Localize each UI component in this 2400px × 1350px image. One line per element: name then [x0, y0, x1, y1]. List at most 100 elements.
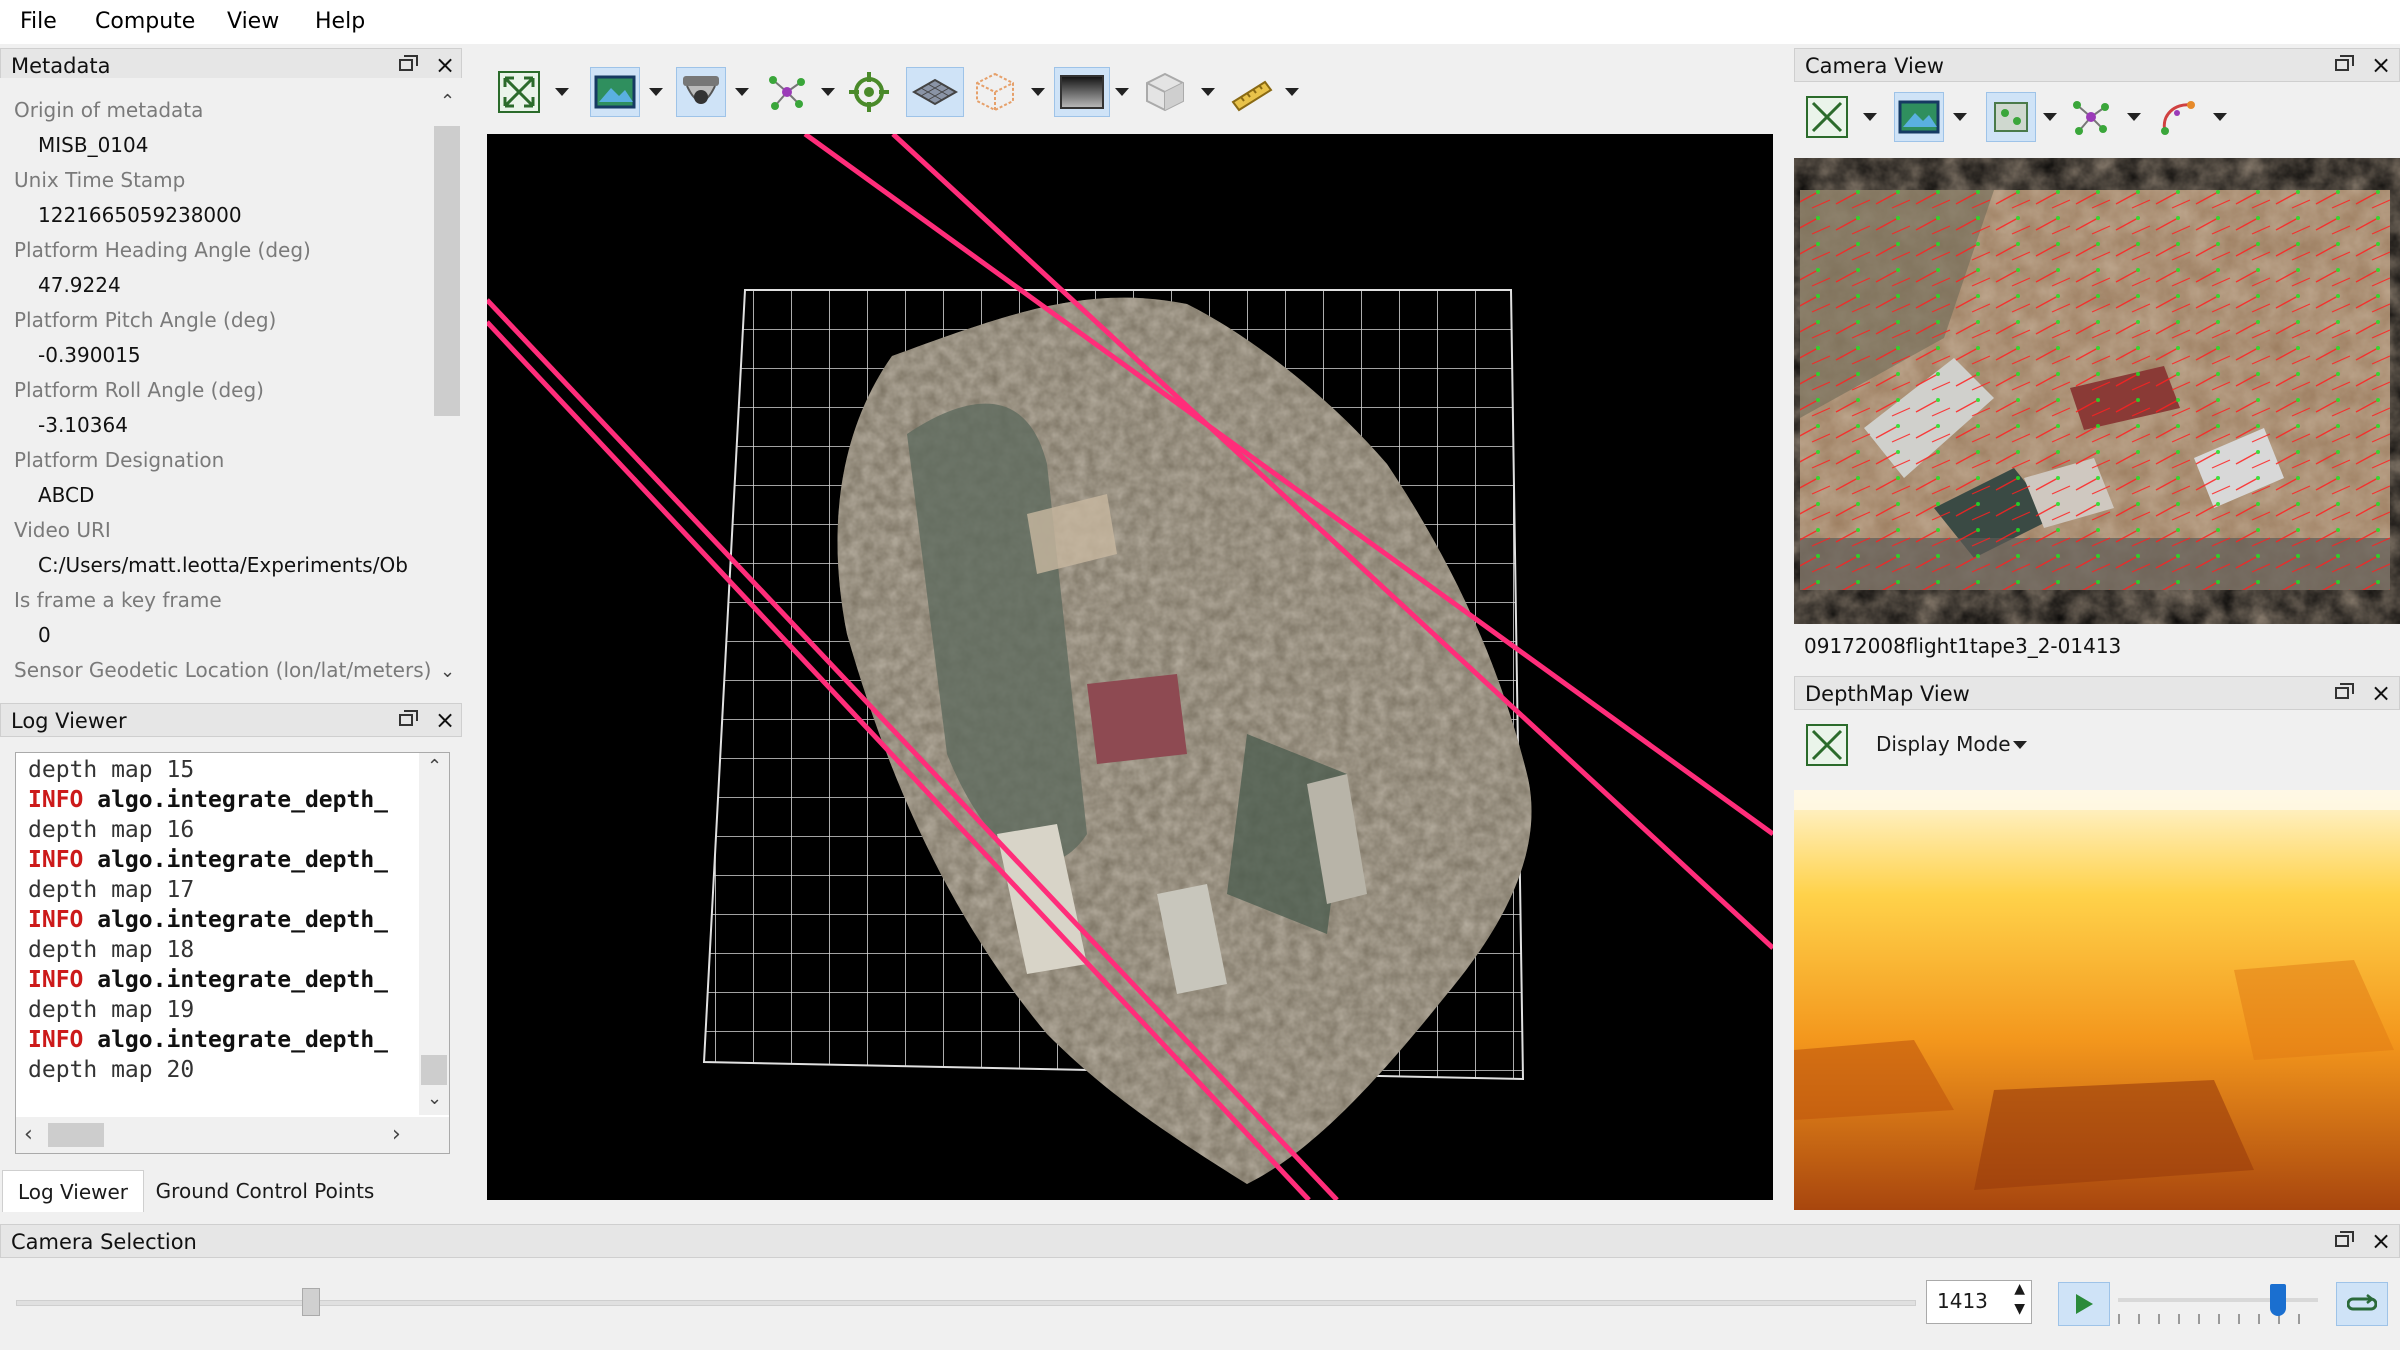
target-icon: [849, 72, 889, 112]
imagery-button[interactable]: [590, 67, 640, 117]
mesh-button[interactable]: [1140, 67, 1190, 117]
menu-help[interactable]: Help: [315, 6, 365, 38]
tab-log-viewer[interactable]: Log Viewer: [2, 1170, 144, 1212]
camera-landmarks-dropdown[interactable]: [2124, 92, 2144, 142]
speed-slider-track[interactable]: [2118, 1298, 2318, 1302]
roi-box-icon: [976, 72, 1014, 112]
chevron-down-icon: [2013, 741, 2027, 749]
camera-landmarks-button[interactable]: [2066, 92, 2116, 142]
landmarks-icon: [769, 76, 805, 110]
log-vscrollbar[interactable]: ⌃ ⌄: [419, 753, 449, 1115]
spin-up-icon[interactable]: ▲: [2014, 1281, 2025, 1297]
frame-spinbox-value[interactable]: 1413: [1937, 1289, 1988, 1313]
scroll-thumb[interactable]: [434, 126, 460, 416]
mesh-icon: [1146, 72, 1184, 112]
red-roof: [1087, 674, 1187, 764]
close-icon[interactable]: ×: [2371, 1226, 2391, 1256]
frame-slider-handle[interactable]: [301, 1288, 320, 1316]
display-mode-label[interactable]: Display Mode: [1876, 732, 2011, 756]
camera-imagery-dropdown[interactable]: [1950, 92, 1970, 142]
spin-down-icon[interactable]: ▼: [2014, 1301, 2025, 1317]
scroll-thumb[interactable]: [421, 1055, 447, 1085]
reset-view-dropdown[interactable]: [552, 67, 572, 117]
chevron-up-icon[interactable]: ⌃: [427, 757, 442, 777]
camera-frustum-icon: [683, 76, 719, 104]
loop-button[interactable]: [2336, 1282, 2388, 1326]
measure-dropdown[interactable]: [1282, 67, 1302, 117]
display-mode-dropdown[interactable]: [2010, 720, 2030, 770]
menu-file[interactable]: File: [20, 6, 57, 38]
camera-view-titlebar: Camera View ×: [1794, 48, 2400, 82]
close-icon[interactable]: ×: [435, 50, 455, 80]
mesh-dropdown[interactable]: [1198, 67, 1218, 117]
depth-map-button[interactable]: [1054, 67, 1110, 117]
close-icon[interactable]: ×: [435, 705, 455, 735]
point-cloud-scene: [487, 134, 1773, 1200]
scroll-thumb[interactable]: [48, 1123, 104, 1147]
depthmap-title: DepthMap View: [1805, 682, 1970, 706]
camera-view-title: Camera View: [1805, 54, 1944, 78]
chevron-down-icon[interactable]: ⌄: [427, 1089, 442, 1109]
landmarks-dropdown[interactable]: [818, 67, 838, 117]
metadata-key: Unix Time Stamp: [14, 168, 186, 192]
log-line: depth map 17: [28, 877, 195, 903]
camera-button[interactable]: [676, 67, 726, 117]
camera-residuals-dropdown[interactable]: [2210, 92, 2230, 142]
metadata-scrollbar[interactable]: ⌃ ⌄: [432, 88, 462, 688]
camera-features-button[interactable]: [1986, 92, 2036, 142]
feature-tracks-icon: [1994, 102, 2028, 132]
world-view-3d[interactable]: [487, 134, 1773, 1200]
chevron-down-icon: [821, 88, 835, 96]
log-line: INFO algo.integrate_depth_: [28, 787, 389, 813]
chevron-up-icon[interactable]: ⌃: [440, 92, 455, 112]
chevron-right-icon[interactable]: ›: [392, 1124, 401, 1146]
log-viewer[interactable]: depth map 15 INFO algo.integrate_depth_ …: [15, 752, 450, 1154]
camera-reset-dropdown[interactable]: [1860, 92, 1880, 142]
depth-map-dropdown[interactable]: [1112, 67, 1132, 117]
depth-map-image[interactable]: [1794, 790, 2400, 1210]
metadata-value: C:/Users/matt.leotta/Experiments/Obstac: [38, 553, 408, 577]
roi-button[interactable]: [970, 67, 1020, 117]
close-icon[interactable]: ×: [2371, 50, 2391, 80]
log-viewer-titlebar: Log Viewer ×: [0, 703, 462, 737]
camera-imagery-button[interactable]: [1894, 92, 1944, 142]
landmarks-button[interactable]: [762, 67, 812, 117]
camera-reset-view-button[interactable]: [1802, 92, 1852, 142]
float-icon[interactable]: [399, 55, 418, 71]
ground-plane-button[interactable]: [906, 67, 964, 117]
roi-dropdown[interactable]: [1028, 67, 1048, 117]
chevron-down-icon[interactable]: ⌄: [440, 662, 455, 682]
float-icon[interactable]: [399, 710, 418, 726]
target-button[interactable]: [844, 67, 894, 117]
float-icon[interactable]: [2335, 1231, 2354, 1247]
measure-button[interactable]: [1226, 67, 1276, 117]
depthmap-reset-view-button[interactable]: [1802, 720, 1852, 770]
metadata-value: ABCD: [38, 483, 95, 507]
metadata-key: Platform Heading Angle (deg): [14, 238, 311, 262]
metadata-key: Is frame a key frame: [14, 588, 222, 612]
log-hscrollbar[interactable]: ‹ ›: [16, 1117, 449, 1153]
speed-slider-handle[interactable]: [2270, 1284, 2286, 1316]
tab-ground-control-points[interactable]: Ground Control Points: [150, 1170, 380, 1212]
menu-view[interactable]: View: [227, 6, 279, 38]
camera-features-dropdown[interactable]: [2040, 92, 2060, 142]
camera-residuals-button[interactable]: [2152, 92, 2202, 142]
imagery-dropdown[interactable]: [646, 67, 666, 117]
play-button[interactable]: [2058, 1282, 2110, 1326]
frame-spinbox[interactable]: 1413 ▲ ▼: [1926, 1280, 2032, 1324]
metadata-value: -3.10364: [38, 413, 128, 437]
chevron-left-icon[interactable]: ‹: [24, 1124, 33, 1146]
log-line: INFO algo.integrate_depth_: [28, 847, 389, 873]
menu-compute[interactable]: Compute: [95, 6, 195, 38]
camera-dropdown[interactable]: [732, 67, 752, 117]
reset-view-button[interactable]: [494, 67, 544, 117]
metadata-value: -0.390015: [38, 343, 141, 367]
camera-image[interactable]: [1794, 158, 2400, 624]
float-icon[interactable]: [2335, 55, 2354, 71]
float-icon[interactable]: [2335, 683, 2354, 699]
close-icon[interactable]: ×: [2371, 678, 2391, 708]
chevron-down-icon: [1115, 88, 1129, 96]
metadata-title: Metadata: [11, 54, 111, 78]
play-icon: [2076, 1294, 2093, 1314]
log-line: INFO algo.integrate_depth_: [28, 907, 389, 933]
